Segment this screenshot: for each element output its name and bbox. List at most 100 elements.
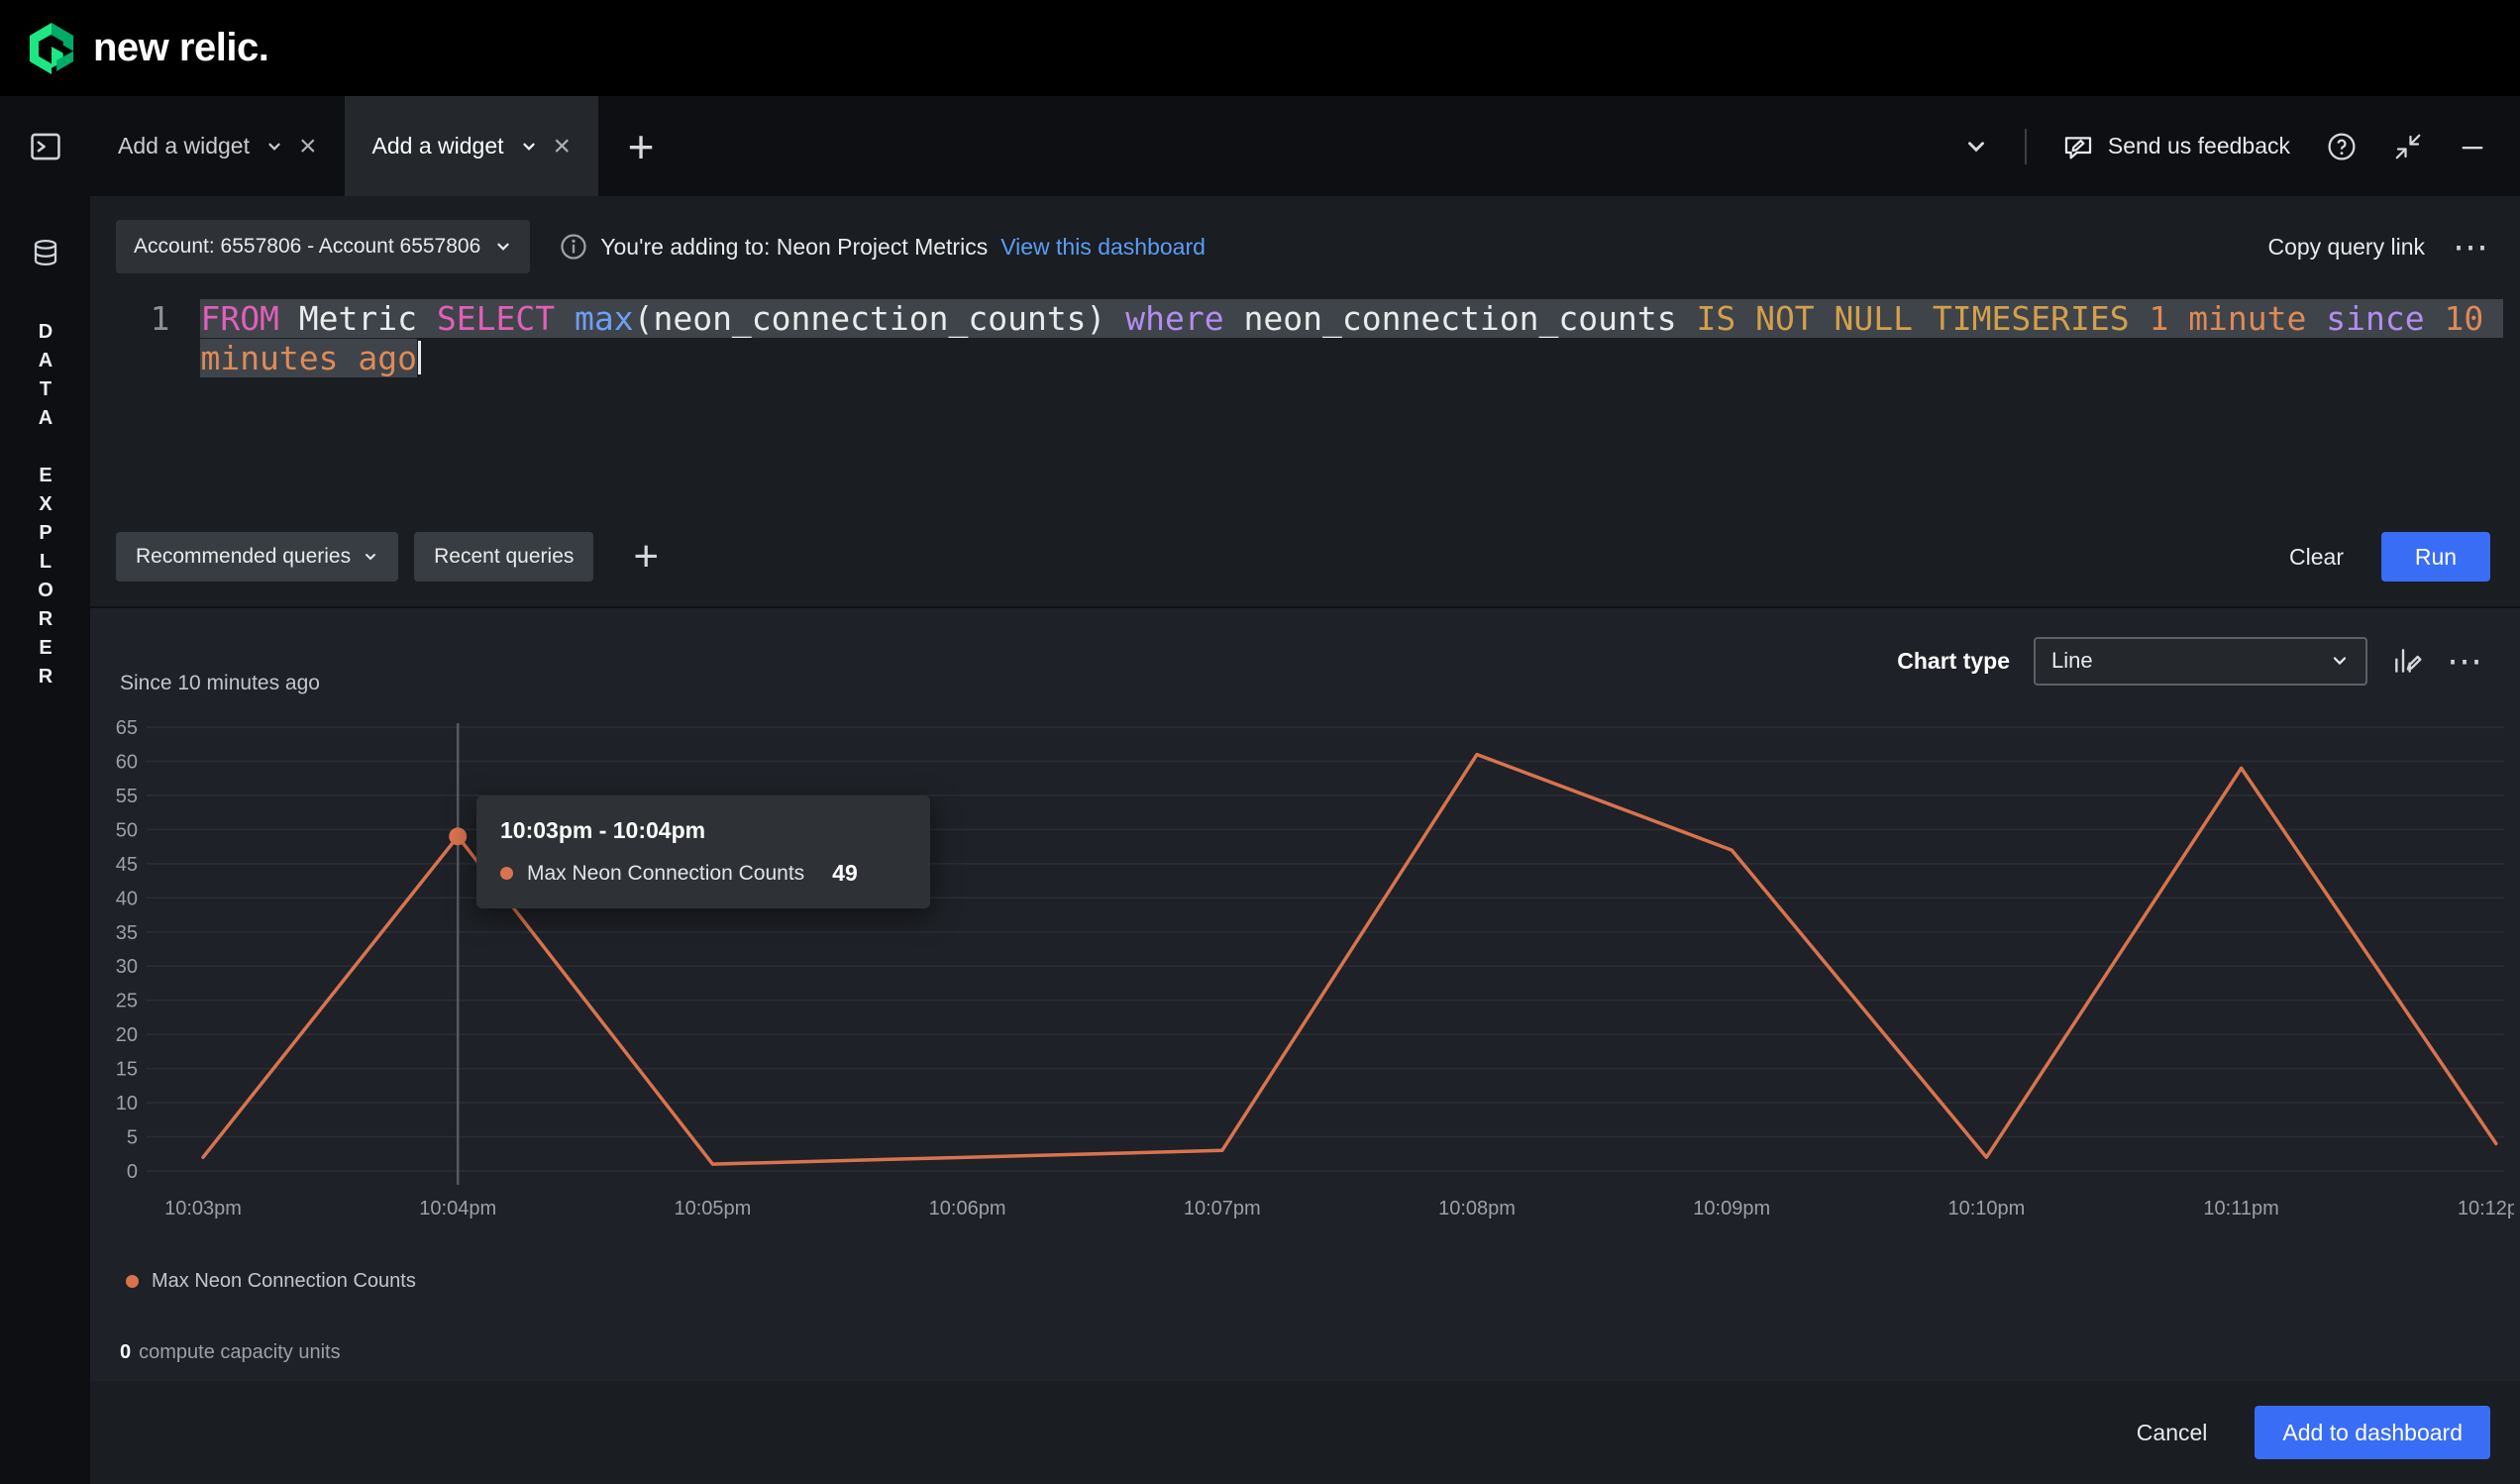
query-code[interactable]: FROM Metric SELECT max(neon_connection_c… — [200, 299, 2490, 378]
view-dashboard-link[interactable]: View this dashboard — [1000, 234, 1206, 261]
svg-text:10:10pm: 10:10pm — [1947, 1198, 2025, 1219]
svg-text:60: 60 — [116, 751, 138, 773]
tab-label: Add a widget — [118, 133, 250, 159]
series-dot — [500, 867, 513, 880]
tab-bar: Add a widget × Add a widget × + — [0, 96, 2520, 196]
chart-tooltip: 10:03pm - 10:04pm Max Neon Connection Co… — [476, 795, 930, 908]
feedback-label: Send us feedback — [2108, 133, 2290, 159]
chart-panel: Since 10 minutes ago Chart type Line — [90, 606, 2520, 1381]
chart-legend[interactable]: Max Neon Connection Counts — [126, 1270, 416, 1293]
data-explorer-rail: DATA EXPLORER — [0, 196, 90, 1484]
cancel-button[interactable]: Cancel — [2137, 1420, 2208, 1446]
chevron-down-icon — [494, 238, 512, 256]
brand-name: new relic. — [93, 26, 268, 70]
run-button[interactable]: Run — [2381, 532, 2490, 582]
query-toolbar: Recommended queries Recent queries + Cle… — [116, 532, 2490, 582]
minimize-icon[interactable] — [2459, 133, 2486, 160]
copy-query-link[interactable]: Copy query link — [2267, 234, 2425, 261]
tab-label: Add a widget — [372, 133, 504, 159]
nrql-token: neon_connection_counts — [1224, 299, 1697, 338]
add-query-icon[interactable]: + — [633, 535, 659, 579]
app-root: new relic. Add a widget × Add a widget — [0, 0, 2520, 1484]
chart-type-select[interactable]: Line — [2034, 637, 2367, 686]
svg-text:0: 0 — [127, 1161, 138, 1183]
nrql-token: SELECT — [437, 299, 555, 338]
tooltip-series-label: Max Neon Connection Counts — [527, 862, 804, 886]
close-tab-icon[interactable]: × — [554, 132, 572, 161]
nrql-token: FROM — [200, 299, 278, 338]
chart-type-label: Chart type — [1897, 648, 2010, 675]
svg-text:10:09pm: 10:09pm — [1693, 1198, 1770, 1219]
legend-label: Max Neon Connection Counts — [152, 1270, 416, 1293]
compute-capacity-note: 0 compute capacity units — [120, 1341, 341, 1364]
console-icon[interactable] — [29, 130, 62, 163]
chevron-down-icon[interactable] — [265, 138, 283, 156]
legend-dot — [126, 1275, 139, 1288]
svg-text:10:11pm: 10:11pm — [2203, 1198, 2278, 1219]
line-chart[interactable]: 0510152025303540455055606510:03pm10:04pm… — [90, 707, 2514, 1262]
tab-add-widget-1[interactable]: Add a widget × — [90, 96, 345, 196]
svg-text:25: 25 — [116, 991, 138, 1012]
help-icon[interactable] — [2326, 131, 2358, 162]
nrql-token: 1 minute — [2149, 299, 2306, 338]
adding-to-text: You're adding to: Neon Project Metrics — [600, 234, 988, 261]
svg-text:40: 40 — [116, 888, 138, 909]
query-more-options-icon[interactable]: ⋯ — [2453, 236, 2490, 258]
chart-edit-icon[interactable] — [2391, 645, 2423, 677]
header: new relic. — [0, 0, 2520, 96]
tab-add-widget-2[interactable]: Add a widget × — [345, 96, 599, 196]
tab-overflow-chevron-icon[interactable] — [1963, 134, 1989, 159]
database-icon[interactable] — [31, 238, 60, 267]
svg-text:10:08pm: 10:08pm — [1438, 1198, 1516, 1219]
nrql-editor[interactable]: 1 FROM Metric SELECT max(neon_connection… — [116, 299, 2490, 378]
chevron-down-icon[interactable] — [520, 138, 538, 156]
text-cursor — [418, 341, 421, 374]
recent-queries-label: Recent queries — [434, 545, 574, 569]
svg-text:10:03pm: 10:03pm — [164, 1198, 242, 1219]
nrql-token — [1913, 299, 1933, 338]
svg-text:10:12pm: 10:12pm — [2458, 1198, 2514, 1219]
divider — [2025, 129, 2027, 164]
line-number: 1 — [116, 299, 169, 378]
compute-capacity-label: compute capacity units — [139, 1341, 340, 1364]
data-explorer-label[interactable]: DATA EXPLORER — [34, 321, 56, 694]
svg-text:10:07pm: 10:07pm — [1184, 1198, 1261, 1219]
collapse-icon[interactable] — [2393, 132, 2423, 161]
nrql-token — [555, 299, 575, 338]
account-selector-label: Account: 6557806 - Account 6557806 — [134, 235, 480, 259]
query-builder-panel: Account: 6557806 - Account 6557806 You'r… — [90, 196, 2520, 606]
svg-text:45: 45 — [116, 854, 138, 876]
send-feedback-button[interactable]: Send us feedback — [2062, 131, 2290, 162]
recommended-queries-button[interactable]: Recommended queries — [116, 532, 398, 582]
nrql-token — [2130, 299, 2150, 338]
chart-type-value: Line — [2051, 648, 2093, 674]
nrql-token: since — [2326, 299, 2424, 338]
svg-text:15: 15 — [116, 1059, 138, 1081]
chevron-down-icon — [2330, 651, 2350, 671]
new-tab-button[interactable]: + — [598, 96, 683, 196]
svg-text:20: 20 — [116, 1024, 138, 1046]
footer-actions: Cancel Add to dashboard — [90, 1381, 2520, 1484]
account-selector[interactable]: Account: 6557806 - Account 6557806 — [116, 220, 530, 273]
nrql-token — [2425, 299, 2445, 338]
svg-text:5: 5 — [127, 1127, 138, 1149]
svg-text:10:05pm: 10:05pm — [674, 1198, 751, 1219]
feedback-icon — [2062, 131, 2094, 162]
chart-controls: Chart type Line ⋯ — [1897, 636, 2484, 686]
recent-queries-button[interactable]: Recent queries — [414, 532, 593, 582]
compute-capacity-value: 0 — [120, 1341, 131, 1364]
tooltip-value: 49 — [832, 860, 858, 887]
content-column: Account: 6557806 - Account 6557806 You'r… — [90, 196, 2520, 1484]
nrql-token: TIMESERIES — [1933, 299, 2130, 338]
chart-more-options-icon[interactable]: ⋯ — [2447, 650, 2484, 672]
svg-text:65: 65 — [116, 717, 138, 739]
recommended-queries-label: Recommended queries — [136, 545, 351, 569]
info-icon — [560, 233, 587, 261]
tooltip-title: 10:03pm - 10:04pm — [500, 817, 906, 844]
nrql-token: where — [1125, 299, 1223, 338]
close-tab-icon[interactable]: × — [299, 132, 317, 161]
new-relic-logo[interactable]: new relic. — [26, 20, 268, 77]
clear-button[interactable]: Clear — [2289, 544, 2344, 571]
nrql-token: IS NOT NULL — [1696, 299, 1913, 338]
add-to-dashboard-button[interactable]: Add to dashboard — [2255, 1406, 2490, 1459]
